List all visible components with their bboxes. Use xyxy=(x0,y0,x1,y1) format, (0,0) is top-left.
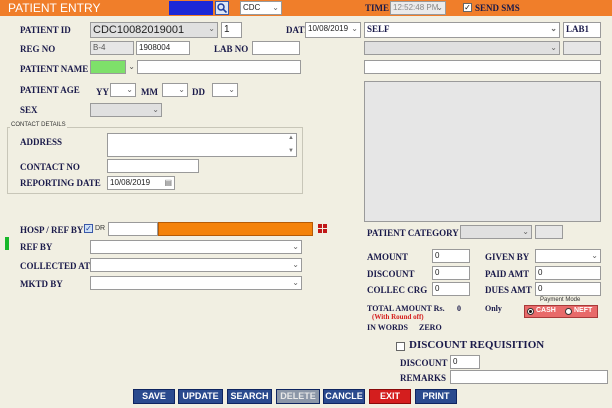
age-dd-select[interactable]: ⌄ xyxy=(212,83,238,97)
dues-amt-field[interactable]: 0 xyxy=(535,282,601,296)
sex-select[interactable]: ⌄ xyxy=(90,103,162,117)
lab-select[interactable]: LAB1 xyxy=(563,22,601,38)
cash-radio[interactable] xyxy=(527,308,534,315)
tests-list-panel[interactable] xyxy=(364,81,601,222)
hosp-ref-by-label: HOSP / REF BY xyxy=(20,225,84,235)
yy-label: YY xyxy=(96,87,109,97)
total-amount-value: 0 xyxy=(457,304,461,313)
discount-req-field[interactable]: 0 xyxy=(450,355,480,369)
collec-crg-label: COLLEC CRG xyxy=(367,285,428,295)
lab-no-label: LAB NO xyxy=(214,44,249,54)
discount-field[interactable]: 0 xyxy=(432,266,470,280)
delete-button[interactable]: DELETE xyxy=(276,389,320,404)
contact-no-label: CONTACT NO xyxy=(20,162,80,172)
address-label: ADDRESS xyxy=(20,137,63,147)
patient-category-label: PATIENT CATEGORY xyxy=(367,228,459,238)
send-sms-checkbox[interactable]: ✓ xyxy=(463,3,472,12)
lab-no-field[interactable] xyxy=(252,41,300,55)
search-button[interactable]: SEARCH xyxy=(227,389,272,404)
age-yy-select[interactable]: ⌄ xyxy=(110,83,136,97)
calendar-icon[interactable]: ▤ xyxy=(164,178,172,187)
right-text-field[interactable] xyxy=(364,60,601,74)
remarks-label: REMARKS xyxy=(400,373,447,383)
patient-seq-field[interactable]: 1 xyxy=(221,22,242,38)
in-words-value: ZERO xyxy=(419,323,442,332)
save-button[interactable]: SAVE xyxy=(133,389,175,404)
only-label: Only xyxy=(485,304,502,313)
amount-label: AMOUNT xyxy=(367,252,408,262)
given-by-select[interactable]: ⌄ xyxy=(535,249,601,263)
dd-label: DD xyxy=(192,87,205,97)
date-field[interactable]: 10/08/2019 ⌄ xyxy=(305,22,361,38)
secondary-select[interactable]: ⌄ xyxy=(364,41,560,55)
dr-checkbox[interactable]: ✓ xyxy=(84,224,93,233)
amount-field[interactable]: 0 xyxy=(432,249,470,263)
reporting-date-label: REPORTING DATE xyxy=(20,178,101,188)
mktd-by-label: MKTD BY xyxy=(20,279,63,289)
cancel-button[interactable]: CANCLE xyxy=(323,389,365,404)
dues-amt-label: DUES AMT xyxy=(485,285,532,295)
header-blue-block xyxy=(169,1,213,15)
given-by-label: GIVEN BY xyxy=(485,252,530,262)
green-marker xyxy=(5,237,9,250)
self-select[interactable]: SELF ⌄ xyxy=(364,22,560,38)
discount-requisition-checkbox[interactable] xyxy=(396,342,405,351)
reg-no-field[interactable]: 1908004 xyxy=(136,41,190,55)
name-title-select[interactable]: ⌄ xyxy=(90,60,135,74)
mktd-by-select[interactable]: ⌄ xyxy=(90,276,302,290)
paid-amt-label: PAID AMT xyxy=(485,269,530,279)
patient-age-label: PATIENT AGE xyxy=(20,85,80,95)
contact-no-field[interactable] xyxy=(107,159,199,173)
payment-mode-label: Payment Mode xyxy=(540,297,581,303)
print-button[interactable]: PRINT xyxy=(415,389,457,404)
search-icon[interactable] xyxy=(215,1,229,15)
collec-crg-field[interactable]: 0 xyxy=(432,282,470,296)
in-words-label: IN WORDS xyxy=(367,323,408,332)
page-title: PATIENT ENTRY xyxy=(8,1,101,15)
discount-label: DISCOUNT xyxy=(367,269,415,279)
discount-req-label: DISCOUNT xyxy=(400,358,448,368)
reg-prefix-field: B-4 xyxy=(90,41,134,55)
patient-category-select[interactable]: ⌄ xyxy=(460,225,532,239)
neft-radio[interactable] xyxy=(565,308,572,315)
address-scroll-up-icon[interactable]: ▲ xyxy=(288,135,294,141)
age-mm-select[interactable]: ⌄ xyxy=(162,83,188,97)
patient-name-field[interactable] xyxy=(137,60,301,74)
round-off-note: (With Round off) xyxy=(372,313,424,321)
send-sms-label: SEND SMS xyxy=(475,3,520,13)
patient-id-field[interactable]: CDC10082019001 ⌄ xyxy=(90,22,218,38)
patient-id-label: PATIENT ID xyxy=(20,25,71,35)
contact-details-legend: CONTACT DETAILS xyxy=(10,122,67,128)
collected-at-label: COLLECTED AT xyxy=(20,261,91,271)
secondary-field xyxy=(563,41,601,55)
dr-label: DR xyxy=(95,225,106,232)
cdc-select[interactable]: CDC ⌄ xyxy=(240,1,282,15)
collected-at-select[interactable]: ⌄ xyxy=(90,258,302,272)
time-label: TIME xyxy=(365,3,390,13)
patient-name-label: PATIENT NAME xyxy=(20,64,89,74)
hosp-code-field[interactable] xyxy=(108,222,158,236)
reporting-date-field[interactable]: 10/08/2019 ▤ xyxy=(107,176,175,190)
hosp-name-field[interactable] xyxy=(158,222,313,236)
update-button[interactable]: UPDATE xyxy=(178,389,223,404)
address-field[interactable] xyxy=(107,133,297,157)
sex-label: SEX xyxy=(20,105,38,115)
time-field: 12:52:48 PM ⌄ xyxy=(390,1,446,15)
mm-label: MM xyxy=(141,87,158,97)
ref-by-select[interactable]: ⌄ xyxy=(90,240,302,254)
paid-amt-field[interactable]: 0 xyxy=(535,266,601,280)
remarks-field[interactable] xyxy=(450,370,608,384)
neft-label: NEFT xyxy=(574,307,593,314)
patient-category-field xyxy=(535,225,563,239)
address-scroll-down-icon[interactable]: ▼ xyxy=(288,148,294,154)
ref-by-label: REF BY xyxy=(20,242,53,252)
cash-label: CASH xyxy=(536,307,556,314)
reg-no-label: REG NO xyxy=(20,44,56,54)
discount-requisition-label: DISCOUNT REQUISITION xyxy=(409,339,545,351)
total-amount-label: TOTAL AMOUNT Rs. xyxy=(367,304,445,313)
exit-button[interactable]: EXIT xyxy=(369,389,411,404)
grid-icon[interactable] xyxy=(318,224,327,233)
